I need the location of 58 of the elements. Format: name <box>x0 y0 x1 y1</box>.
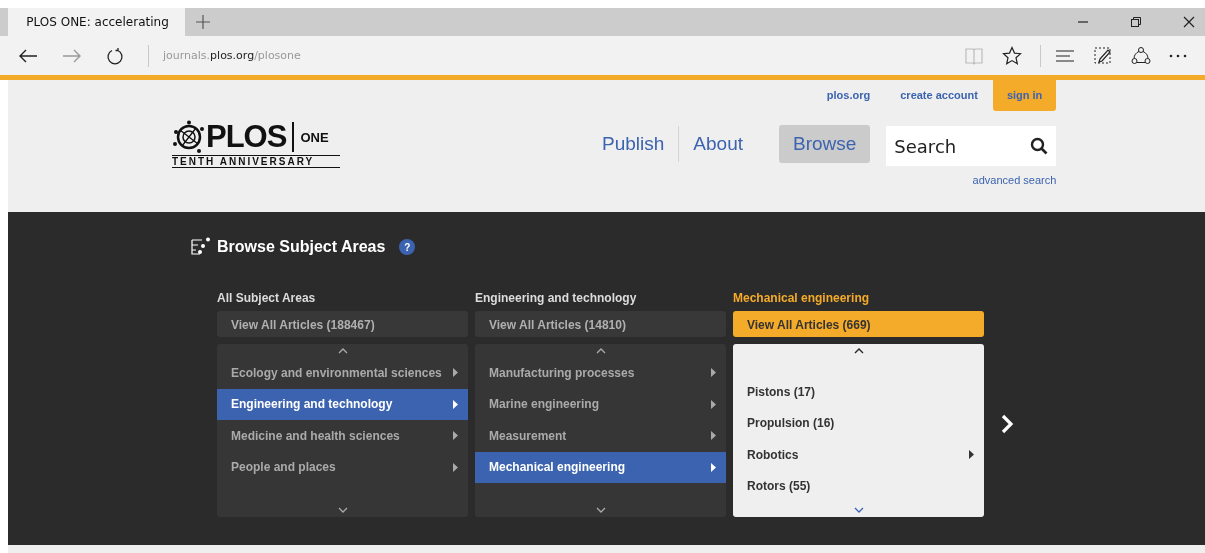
subject-item[interactable]: People and places <box>217 451 468 483</box>
back-icon[interactable] <box>18 47 38 64</box>
scroll-up-icon[interactable] <box>853 348 864 354</box>
expand-arrow-icon <box>453 462 458 472</box>
search-icon[interactable] <box>1030 137 1049 155</box>
subject-item[interactable]: Medicine and health sciences <box>217 420 468 452</box>
nav-link[interactable]: Publish <box>588 125 679 163</box>
subject-item[interactable]: Engineering and technology <box>217 388 468 420</box>
view-all-button[interactable]: View All Articles (188467) <box>217 311 468 337</box>
column-heading: Mechanical engineering <box>733 291 871 307</box>
expand-arrow-icon <box>711 399 716 409</box>
column-heading: All Subject Areas <box>217 291 317 307</box>
expand-arrow-icon <box>969 450 974 460</box>
note-pen-icon[interactable] <box>1093 45 1113 66</box>
chevron-right-icon[interactable] <box>1000 414 1014 434</box>
hub-icon[interactable] <box>1055 48 1075 63</box>
subject-item[interactable]: Manufacturing processes <box>475 358 726 389</box>
header-link[interactable]: create account <box>885 80 993 111</box>
advanced-search-link[interactable]: advanced search <box>972 174 1057 186</box>
subject-item[interactable]: Mechanical engineering <box>475 451 726 483</box>
subject-item[interactable]: Pistons (17) <box>733 376 984 408</box>
refresh-icon[interactable] <box>106 46 124 65</box>
forward-icon[interactable] <box>62 47 82 64</box>
tab-title: PLOS ONE: accelerating <box>26 15 169 29</box>
expand-arrow-icon <box>453 399 458 409</box>
column-heading: Engineering and technology <box>475 291 638 307</box>
subject-tree-icon <box>191 237 211 257</box>
nav-link[interactable]: Browse <box>779 125 871 163</box>
scroll-down-icon[interactable] <box>337 507 348 513</box>
scroll-down-icon[interactable] <box>595 507 606 513</box>
expand-arrow-icon <box>453 431 458 441</box>
search-field[interactable]: Search <box>886 126 1057 166</box>
subject-item[interactable]: Robotics <box>733 439 984 471</box>
plos-one-logo[interactable]: PLOS ONE TENTH ANNIVERSARY <box>172 119 342 168</box>
expand-arrow-icon <box>711 431 716 441</box>
subject-item[interactable]: Ecology and environmental sciences <box>217 358 468 389</box>
subject-item[interactable]: Propulsion (16) <box>733 407 984 439</box>
view-all-button[interactable]: View All Articles (14810) <box>475 311 726 337</box>
header-link[interactable]: plos.org <box>811 80 886 111</box>
subject-item[interactable]: Rotors (55) <box>733 470 984 502</box>
expand-arrow-icon <box>711 462 716 472</box>
expand-arrow-icon <box>711 368 716 378</box>
share-icon[interactable] <box>1131 45 1151 66</box>
expand-arrow-icon <box>453 368 458 378</box>
subject-item[interactable]: Measurement <box>475 420 726 452</box>
browser-tab[interactable]: PLOS ONE: accelerating <box>8 8 185 36</box>
address-field[interactable]: journals.plos.org/plosone <box>163 49 964 62</box>
subject-item[interactable]: Marine engineering <box>475 388 726 420</box>
sign-in-button[interactable]: sign in <box>992 80 1057 111</box>
scroll-down-icon[interactable] <box>853 507 864 513</box>
nav-link[interactable]: About <box>679 125 757 163</box>
help-badge[interactable]: ? <box>399 239 416 255</box>
section-title: Browse Subject Areas <box>217 238 386 256</box>
close-icon[interactable] <box>1183 16 1195 28</box>
favorite-star-icon[interactable] <box>1002 45 1022 66</box>
more-icon[interactable] <box>1169 53 1187 58</box>
restore-icon[interactable] <box>1130 16 1142 28</box>
view-all-button[interactable]: View All Articles (669) <box>733 311 984 337</box>
